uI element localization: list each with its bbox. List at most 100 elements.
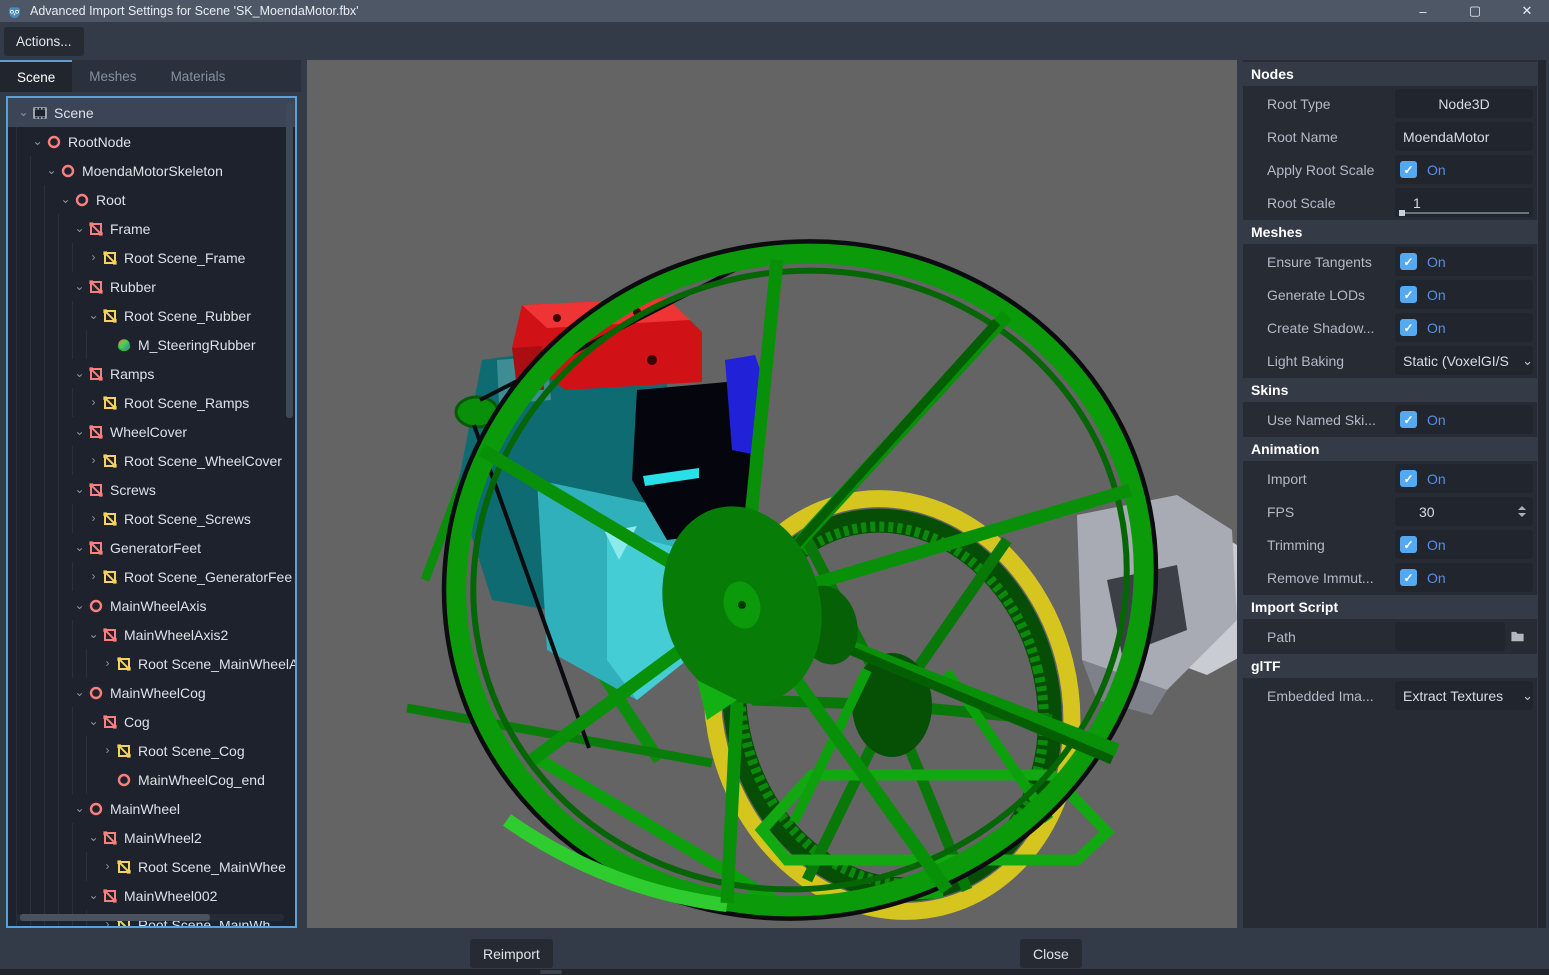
tab-meshes[interactable]: Meshes (72, 60, 153, 92)
section-header-nodes[interactable]: Nodes (1243, 62, 1537, 86)
chevron-right-icon[interactable]: › (86, 388, 101, 417)
slider-track[interactable] (1399, 212, 1529, 214)
chevron-down-icon[interactable]: ⌄ (86, 881, 101, 910)
tree-item-moendamotorskeleton[interactable]: ⌄MoendaMotorSkeleton (8, 156, 295, 185)
actions-button[interactable]: Actions... (4, 27, 84, 56)
tree-item-root-scene-rubber[interactable]: ⌄Root Scene_Rubber (8, 301, 295, 330)
checkbox-checked-icon[interactable]: ✓ (1400, 569, 1417, 586)
tree-item-rubber[interactable]: ⌄Rubber (8, 272, 295, 301)
root-name-field[interactable]: MoendaMotor (1395, 122, 1533, 151)
close-button[interactable]: ✕ (1519, 3, 1535, 19)
chevron-right-icon[interactable]: › (100, 649, 115, 678)
tree-item-root-scene-mainwhee[interactable]: ›Root Scene_MainWhee (8, 852, 295, 881)
tree-item-root-scene-mainwheela[interactable]: ›Root Scene_MainWheelA (8, 649, 295, 678)
folder-icon[interactable] (1505, 622, 1529, 651)
chevron-down-icon[interactable]: ⌄ (72, 475, 87, 504)
chevron-right-icon[interactable]: › (100, 736, 115, 765)
section-header-skins[interactable]: Skins (1243, 378, 1537, 402)
tree-item-mainwheel2[interactable]: ⌄MainWheel2 (8, 823, 295, 852)
tree-item-m-steeringrubber[interactable]: M_SteeringRubber (8, 330, 295, 359)
bottom-scrollbar-thumb[interactable] (540, 970, 562, 974)
checkbox-checked-icon[interactable]: ✓ (1400, 411, 1417, 428)
tree-item-root-scene-wheelcover[interactable]: ›Root Scene_WheelCover (8, 446, 295, 475)
indent-guide (72, 765, 86, 794)
tree-item-mainwheel[interactable]: ⌄MainWheel (8, 794, 295, 823)
spinbox-updown-icon[interactable] (1518, 497, 1526, 526)
checkbox-checked-icon[interactable]: ✓ (1400, 319, 1417, 336)
chevron-down-icon[interactable]: ⌄ (72, 794, 87, 823)
checkbox-checked-icon[interactable]: ✓ (1400, 470, 1417, 487)
tree-item-root-scene-ramps[interactable]: ›Root Scene_Ramps (8, 388, 295, 417)
tab-materials[interactable]: Materials (154, 60, 243, 92)
tree-item-mainwheelcog[interactable]: ⌄MainWheelCog (8, 678, 295, 707)
inspector-scrollbar-track[interactable] (1538, 60, 1546, 928)
tree-item-root-scene-generatorfee[interactable]: ›Root Scene_GeneratorFee (8, 562, 295, 591)
section-header-animation[interactable]: Animation (1243, 437, 1537, 461)
tree-item-root-scene-cog[interactable]: ›Root Scene_Cog (8, 736, 295, 765)
tree-item-scene[interactable]: ⌄Scene (8, 98, 295, 127)
chevron-down-icon[interactable]: ⌄ (30, 127, 45, 156)
chevron-down-icon[interactable]: ⌄ (58, 185, 73, 214)
property-row-import: Import✓On (1243, 463, 1537, 494)
tree-vertical-scrollbar[interactable] (286, 103, 293, 418)
tree-item-root-scene-frame[interactable]: ›Root Scene_Frame (8, 243, 295, 272)
tree-item-rootnode[interactable]: ⌄RootNode (8, 127, 295, 156)
close-button[interactable]: Close (1020, 939, 1082, 968)
chevron-down-icon[interactable]: ⌄ (16, 98, 31, 127)
apply-root-scale-checkbox-row: ✓On (1395, 155, 1533, 184)
chevron-right-icon[interactable]: › (86, 243, 101, 272)
chevron-down-icon[interactable]: ⌄ (72, 214, 87, 243)
section-header-import-script[interactable]: Import Script (1243, 595, 1537, 619)
chevron-right-icon[interactable]: › (86, 504, 101, 533)
indent-guide (58, 301, 72, 330)
tree-item-mainwheelcog-end[interactable]: MainWheelCog_end (8, 765, 295, 794)
tab-scene[interactable]: Scene (0, 60, 72, 92)
tree-item-root-scene-screws[interactable]: ›Root Scene_Screws (8, 504, 295, 533)
chevron-down-icon[interactable]: ⌄ (44, 156, 59, 185)
minimize-button[interactable]: – (1415, 4, 1431, 19)
section-header-gltf[interactable]: glTF (1243, 654, 1537, 678)
property-editor: ✓On (1395, 464, 1533, 493)
root-type-button[interactable]: Node3D (1395, 89, 1533, 118)
tree-item-screws[interactable]: ⌄Screws (8, 475, 295, 504)
chevron-down-icon[interactable]: ⌄ (72, 678, 87, 707)
checkbox-checked-icon[interactable]: ✓ (1400, 286, 1417, 303)
chevron-down-icon[interactable]: ⌄ (86, 301, 101, 330)
section-header-meshes[interactable]: Meshes (1243, 220, 1537, 244)
checkbox-checked-icon[interactable]: ✓ (1400, 536, 1417, 553)
path-field[interactable] (1395, 622, 1505, 651)
tree-item-frame[interactable]: ⌄Frame (8, 214, 295, 243)
chevron-down-icon[interactable]: ⌄ (72, 272, 87, 301)
chevron-down-icon[interactable]: ⌄ (72, 591, 87, 620)
light-baking-dropdown[interactable]: Static (VoxelGI/S⌄ (1395, 346, 1533, 375)
tree-horizontal-scrollbar[interactable] (20, 914, 210, 921)
tree-item-generatorfeet[interactable]: ⌄GeneratorFeet (8, 533, 295, 562)
chevron-down-icon[interactable]: ⌄ (86, 620, 101, 649)
checkbox-checked-icon[interactable]: ✓ (1400, 253, 1417, 270)
embedded-ima-dropdown[interactable]: Extract Textures⌄ (1395, 681, 1533, 710)
chevron-down-icon[interactable]: ⌄ (72, 533, 87, 562)
chevron-down-icon[interactable]: ⌄ (72, 359, 87, 388)
chevron-down-icon[interactable]: ⌄ (86, 707, 101, 736)
tree-item-ramps[interactable]: ⌄Ramps (8, 359, 295, 388)
tree-item-mainwheelaxis2[interactable]: ⌄MainWheelAxis2 (8, 620, 295, 649)
tree-item-mainwheel002[interactable]: ⌄MainWheel002 (8, 881, 295, 910)
chevron-down-icon[interactable]: ⌄ (86, 823, 101, 852)
tree-item-cog[interactable]: ⌄Cog (8, 707, 295, 736)
root-scale-spin-slider[interactable]: 1 (1395, 188, 1533, 217)
fps-spinbox[interactable]: 30 (1395, 497, 1533, 526)
chevron-right-icon[interactable]: › (86, 562, 101, 591)
chevron-right-icon[interactable]: › (86, 446, 101, 475)
3d-viewport[interactable] (307, 60, 1237, 928)
tree-item-mainwheelaxis[interactable]: ⌄MainWheelAxis (8, 591, 295, 620)
maximize-button[interactable]: ▢ (1467, 3, 1483, 19)
reimport-button[interactable]: Reimport (470, 939, 553, 968)
chevron-right-icon[interactable]: › (100, 852, 115, 881)
indent-guide (30, 765, 44, 794)
slider-grabber[interactable] (1399, 210, 1405, 216)
chevron-down-icon[interactable]: ⌄ (72, 417, 87, 446)
tree-item-root[interactable]: ⌄Root (8, 185, 295, 214)
checkbox-checked-icon[interactable]: ✓ (1400, 161, 1417, 178)
bottom-scrollbar-track[interactable] (0, 969, 1549, 975)
tree-item-wheelcover[interactable]: ⌄WheelCover (8, 417, 295, 446)
